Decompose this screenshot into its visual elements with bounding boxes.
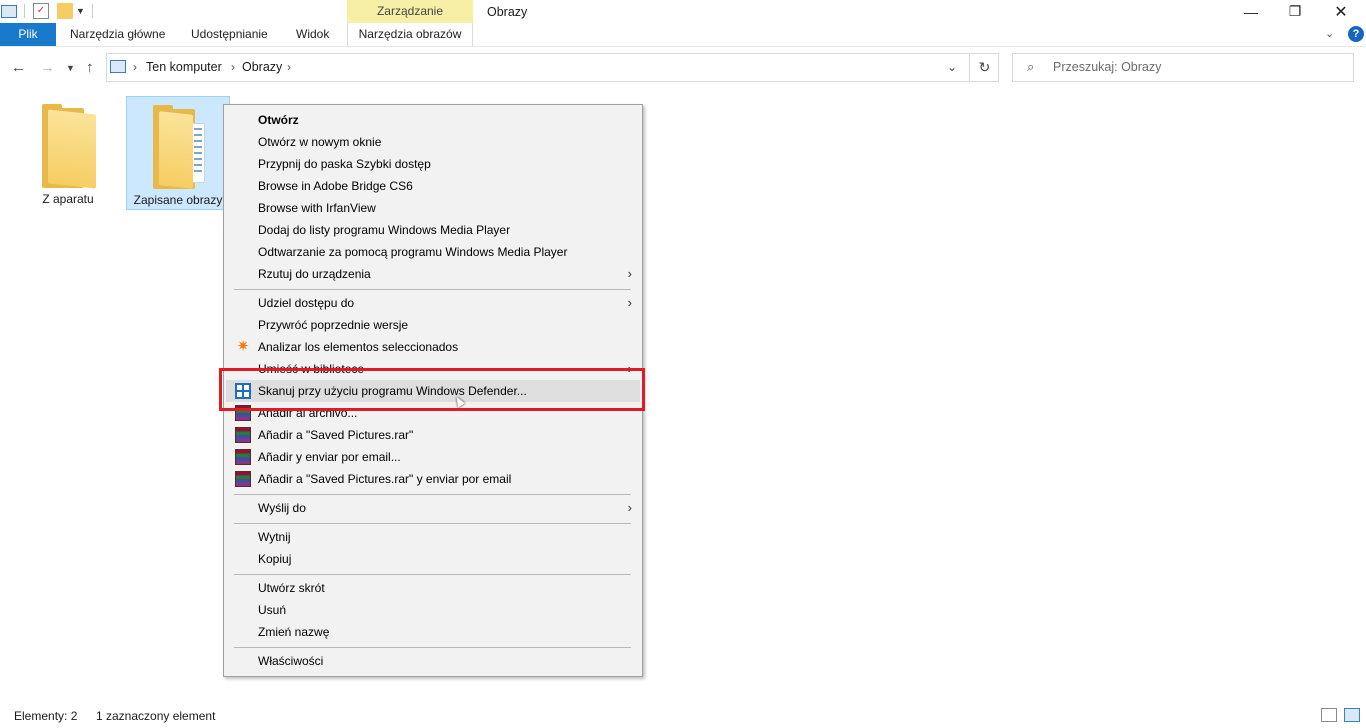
- menu-item-adobe-bridge[interactable]: Browse in Adobe Bridge CS6: [226, 175, 640, 197]
- winrar-icon: [235, 427, 251, 443]
- menu-item-properties[interactable]: Właściwości: [226, 650, 640, 672]
- menu-item-give-access[interactable]: Udziel dostępu do ›: [226, 292, 640, 314]
- tab-share[interactable]: Udostępnianie: [191, 23, 268, 46]
- menu-item-cast-to-device[interactable]: Rzutuj do urządzenia ›: [226, 263, 640, 285]
- folder-icon: [42, 104, 96, 189]
- folder-item[interactable]: Zapisane obrazy: [126, 96, 230, 210]
- tab-file[interactable]: Plik: [0, 23, 56, 46]
- menu-separator: [234, 647, 631, 648]
- menu-item-cut[interactable]: Wytnij: [226, 526, 640, 548]
- recent-locations-chevron-icon[interactable]: ▼: [66, 63, 75, 73]
- menu-item-irfanview[interactable]: Browse with IrfanView: [226, 197, 640, 219]
- search-icon: ⌕: [1027, 59, 1035, 74]
- manage-contextual-tab-header: Zarządzanie: [347, 0, 473, 23]
- menu-item-restore-versions[interactable]: Przywróć poprzednie wersje: [226, 314, 640, 336]
- status-bar: Elementy: 2 1 zaznaczony element: [0, 700, 1366, 728]
- menu-item-copy[interactable]: Kopiuj: [226, 548, 640, 570]
- search-placeholder: Przeszukaj: Obrazy: [1053, 60, 1162, 74]
- search-input[interactable]: ⌕ Przeszukaj: Obrazy: [1012, 53, 1354, 82]
- navigation-bar: ← → ▼ ↑ › Ten komputer › Obrazy › ⌄ ↻ ⌕ …: [0, 46, 1366, 88]
- folder-item[interactable]: Z aparatu: [16, 96, 120, 210]
- address-dropdown-chevron-icon[interactable]: ⌄: [947, 54, 957, 81]
- item-count: Elementy: 2: [14, 709, 78, 723]
- new-folder-icon[interactable]: [57, 3, 73, 19]
- menu-item-wmp-add-list[interactable]: Dodaj do listy programu Windows Media Pl…: [226, 219, 640, 241]
- menu-item-pin-quick-access[interactable]: Przypnij do paska Szybki dostęp: [226, 153, 640, 175]
- breadcrumb-separator-icon[interactable]: ›: [133, 54, 137, 81]
- menu-item-open-new-window[interactable]: Otwórz w nowym oknie: [226, 131, 640, 153]
- menu-item-delete[interactable]: Usuń: [226, 599, 640, 621]
- explorer-window-icon[interactable]: [1, 5, 17, 18]
- tab-view[interactable]: Widok: [296, 23, 329, 46]
- menu-item-send-to[interactable]: Wyślij do ›: [226, 497, 640, 519]
- restore-button[interactable]: ❐: [1272, 0, 1318, 23]
- large-icons-view-icon[interactable]: [1344, 708, 1360, 722]
- folder-icon: [153, 105, 207, 189]
- menu-item-rename[interactable]: Zmień nazwę: [226, 621, 640, 643]
- help-icon[interactable]: ?: [1348, 26, 1364, 42]
- submenu-arrow-icon: ›: [627, 295, 632, 310]
- menu-separator: [234, 289, 631, 290]
- selection-count: 1 zaznaczony element: [96, 709, 216, 723]
- menu-item-open[interactable]: Otwórz: [226, 109, 640, 131]
- address-bar[interactable]: › Ten komputer › Obrazy › ⌄: [106, 53, 970, 82]
- breadcrumb-pictures[interactable]: Obrazy: [242, 54, 282, 81]
- expand-ribbon-chevron-icon[interactable]: ⌄: [1325, 27, 1334, 40]
- menu-item-create-shortcut[interactable]: Utwórz skrót: [226, 577, 640, 599]
- folder-name: Zapisane obrazy: [133, 193, 223, 207]
- breadcrumb-separator-icon[interactable]: ›: [231, 54, 235, 81]
- close-button[interactable]: ✕: [1318, 0, 1364, 23]
- minimize-button[interactable]: —: [1228, 0, 1274, 23]
- window-title: Obrazy: [487, 5, 528, 19]
- up-arrow-icon[interactable]: ↑: [86, 59, 94, 76]
- winrar-icon: [235, 449, 251, 465]
- refresh-button[interactable]: ↻: [971, 53, 999, 82]
- back-arrow-icon[interactable]: ←: [11, 59, 26, 76]
- breadcrumb-this-pc[interactable]: Ten komputer: [146, 54, 222, 81]
- submenu-arrow-icon: ›: [627, 500, 632, 515]
- avast-icon: ✷: [236, 338, 250, 355]
- folder-name: Z aparatu: [42, 192, 94, 206]
- file-list[interactable]: Z aparatu Zapisane obrazy: [0, 88, 1366, 700]
- submenu-arrow-icon: ›: [627, 266, 632, 281]
- details-view-icon[interactable]: [1321, 708, 1337, 722]
- menu-item-avast-scan[interactable]: ✷ Analizar los elementos seleccionados: [226, 336, 640, 358]
- breadcrumb-separator-icon[interactable]: ›: [287, 54, 291, 81]
- menu-item-wmp-play[interactable]: Odtwarzanie za pomocą programu Windows M…: [226, 241, 640, 263]
- menu-separator: [234, 494, 631, 495]
- annotation-highlight-box: [219, 368, 645, 411]
- title-bar: ✓ ▼ Zarządzanie Obrazy — ❐ ✕: [0, 0, 1366, 23]
- tab-home[interactable]: Narzędzia główne: [70, 23, 165, 46]
- tab-picture-tools[interactable]: Narzędzia obrazów: [347, 23, 473, 46]
- computer-icon: [110, 60, 126, 73]
- menu-item-winrar-add-rar[interactable]: Añadir a "Saved Pictures.rar": [226, 424, 640, 446]
- menu-separator: [234, 574, 631, 575]
- properties-icon[interactable]: ✓: [33, 3, 49, 19]
- menu-item-winrar-email[interactable]: Añadir y enviar por email...: [226, 446, 640, 468]
- customize-quick-access-icon[interactable]: ▼: [76, 3, 92, 19]
- ribbon-tabs: Plik Narzędzia główne Udostępnianie Wido…: [0, 23, 1366, 46]
- forward-arrow-icon[interactable]: →: [40, 59, 55, 76]
- menu-item-winrar-rar-email[interactable]: Añadir a "Saved Pictures.rar" y enviar p…: [226, 468, 640, 490]
- winrar-icon: [235, 471, 251, 487]
- menu-separator: [234, 523, 631, 524]
